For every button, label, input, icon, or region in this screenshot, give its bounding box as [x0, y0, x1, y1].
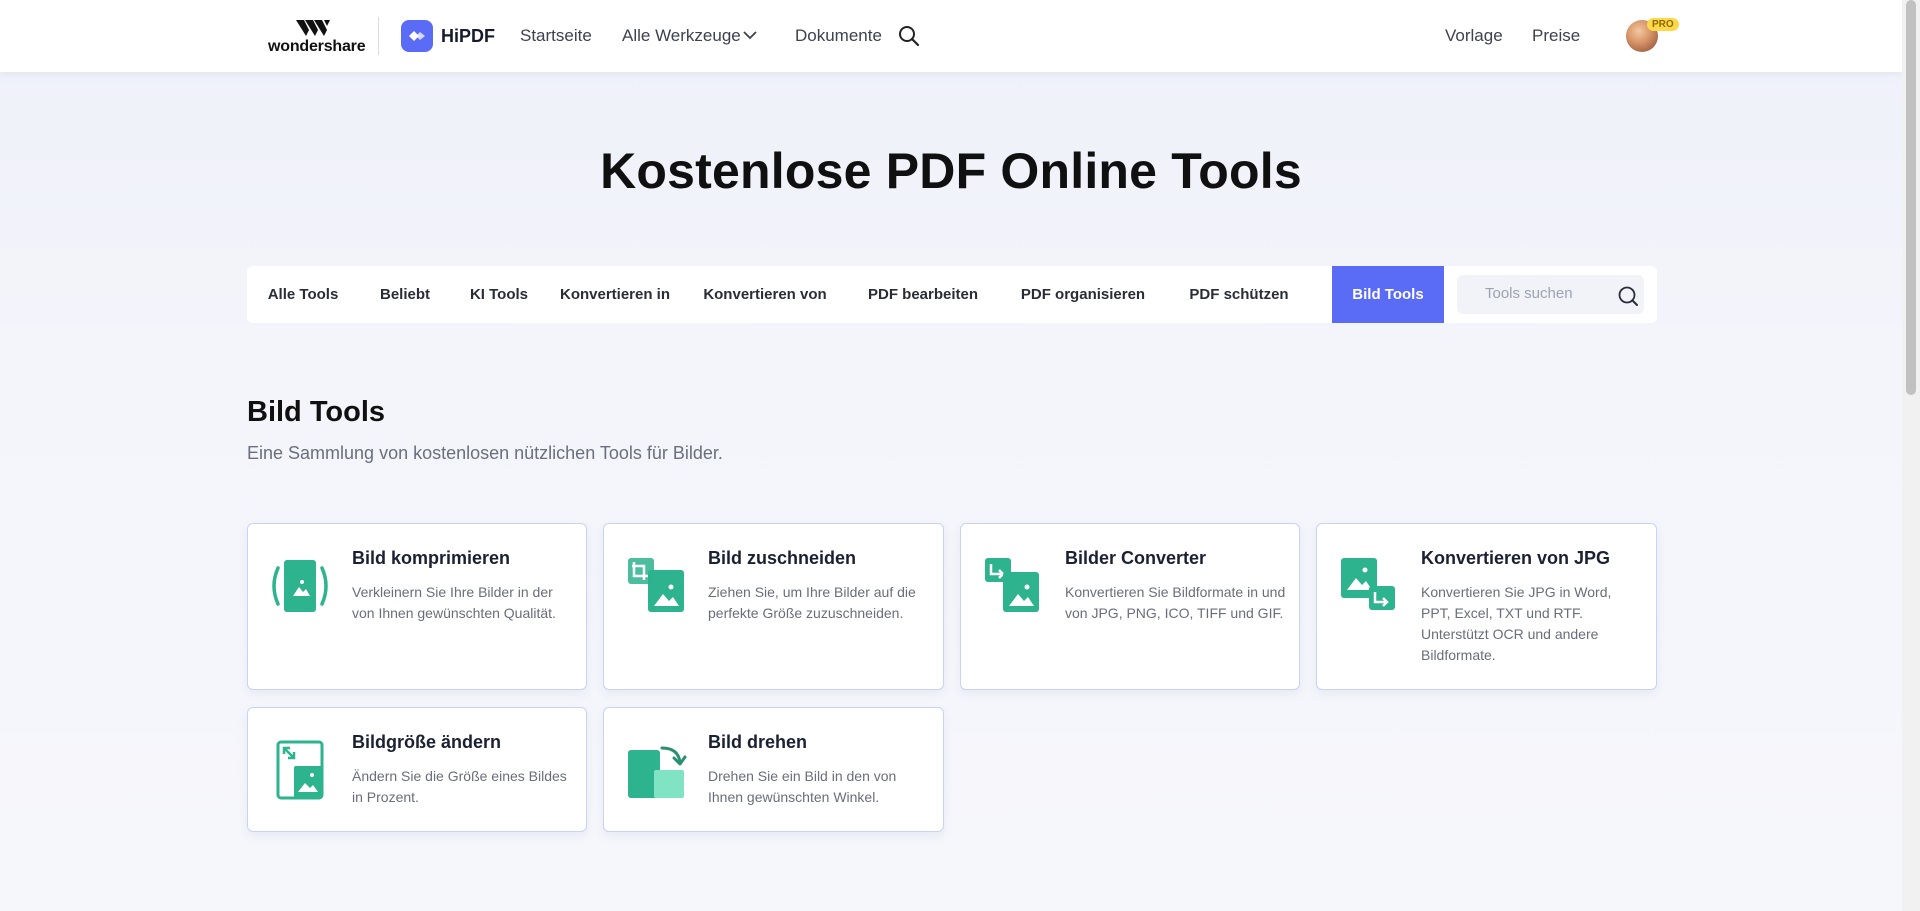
card-description: Ziehen Sie, um Ihre Bilder auf die perfe…	[708, 584, 916, 621]
card-description: Verkleinern Sie Ihre Bilder in der von I…	[352, 584, 556, 621]
crop-image-icon	[628, 558, 684, 612]
card-description: Konvertieren Sie Bildformate in und von …	[1065, 584, 1286, 621]
nav-home[interactable]: Startseite	[520, 26, 592, 46]
hipdf-logo[interactable]: HiPDF	[401, 20, 495, 52]
tab-convert-from[interactable]: Konvertieren von	[683, 266, 847, 323]
chevron-down-icon[interactable]	[742, 29, 758, 41]
tab-popular[interactable]: Beliebt	[359, 266, 451, 323]
tool-card-crop-image[interactable]: Bild zuschneiden Ziehen Sie, um Ihre Bil…	[603, 523, 944, 690]
card-description: Konvertieren Sie JPG in Word, PPT, Excel…	[1421, 584, 1612, 663]
tools-search[interactable]	[1457, 275, 1644, 314]
compress-image-icon	[272, 560, 328, 612]
tool-category-tabs: Alle Tools Beliebt KI Tools Konvertieren…	[247, 266, 1657, 323]
tab-protect-pdf[interactable]: PDF schützen	[1167, 266, 1311, 323]
nav-template[interactable]: Vorlage	[1445, 26, 1503, 46]
nav-all-tools[interactable]: Alle Werkzeuge	[622, 26, 741, 46]
wondershare-mark-icon	[296, 20, 330, 36]
pro-badge: PRO	[1647, 18, 1679, 31]
resize-image-icon	[276, 740, 324, 800]
page-title: Kostenlose PDF Online Tools	[600, 143, 1302, 199]
card-title: Bild drehen	[708, 732, 808, 752]
rotate-image-icon	[628, 746, 687, 798]
nav-documents[interactable]: Dokumente	[795, 26, 882, 46]
tab-convert-to[interactable]: Konvertieren in	[547, 266, 683, 323]
card-title: Bilder Converter	[1065, 548, 1207, 568]
convert-from-jpg-icon	[1341, 558, 1395, 610]
tool-card-resize-image[interactable]: Bildgröße ändern Ändern Sie die Größe ei…	[247, 707, 587, 832]
card-title: Bild komprimieren	[352, 548, 511, 568]
card-title: Bild zuschneiden	[708, 548, 857, 568]
top-header: wondershare HiPDF Startseite Alle Werkze…	[0, 0, 1902, 72]
card-title: Bildgröße ändern	[352, 732, 502, 752]
hipdf-logo-icon	[401, 20, 433, 52]
tools-search-input[interactable]	[1485, 285, 1615, 302]
hipdf-wordmark: HiPDF	[441, 25, 495, 46]
wondershare-wordmark: wondershare	[268, 38, 366, 55]
search-icon[interactable]	[898, 25, 920, 47]
tab-organize-pdf[interactable]: PDF organisieren	[999, 266, 1167, 323]
header-divider	[378, 17, 379, 55]
card-title: Konvertieren von JPG	[1421, 548, 1611, 568]
tool-card-compress-image[interactable]: Bild komprimieren Verkleinern Sie Ihre B…	[247, 523, 587, 690]
card-description: Ändern Sie die Größe eines Bildes in Pro…	[352, 768, 567, 805]
convert-image-icon	[985, 558, 1039, 612]
tool-card-convert-from-jpg[interactable]: Konvertieren von JPG Konvertieren Sie JP…	[1316, 523, 1657, 690]
tab-edit-pdf[interactable]: PDF bearbeiten	[847, 266, 999, 323]
section-subtitle: Eine Sammlung von kostenlosen nützlichen…	[247, 443, 723, 463]
tab-all-tools[interactable]: Alle Tools	[247, 266, 359, 323]
tool-card-rotate-image[interactable]: Bild drehen Drehen Sie ein Bild in den v…	[603, 707, 944, 832]
section-title: Bild Tools	[247, 396, 386, 428]
scrollbar-thumb[interactable]	[1906, 0, 1916, 395]
nav-pricing[interactable]: Preise	[1532, 26, 1580, 46]
tab-ai-tools[interactable]: KI Tools	[451, 266, 547, 323]
tab-image-tools[interactable]: Bild Tools	[1332, 266, 1444, 323]
search-icon[interactable]	[1617, 285, 1639, 307]
tool-card-image-converter[interactable]: Bilder Converter Konvertieren Sie Bildfo…	[960, 523, 1300, 690]
card-description: Drehen Sie ein Bild in den von Ihnen gew…	[708, 768, 897, 805]
wondershare-logo[interactable]: wondershare	[268, 16, 366, 60]
